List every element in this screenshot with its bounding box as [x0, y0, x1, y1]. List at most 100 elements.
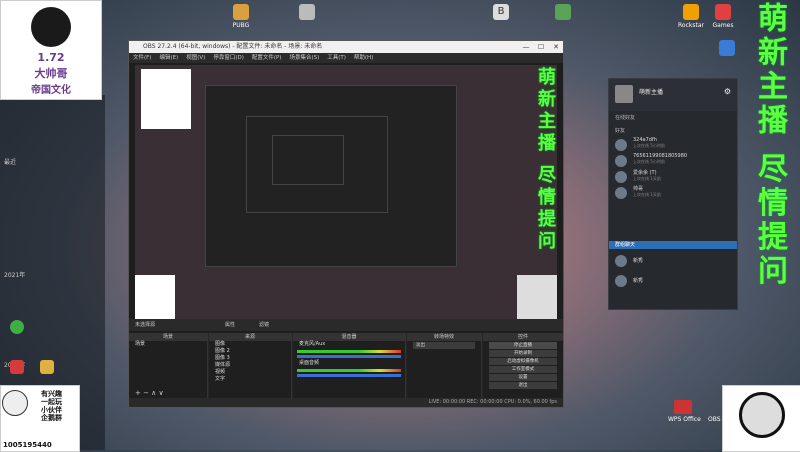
games-desktop-icon[interactable]: Games — [708, 4, 738, 29]
mixer-title: 混音器 — [293, 333, 405, 341]
chat-user-name: 萌新主播 — [639, 89, 664, 96]
mixer-track-name: 麦克风/Aux — [299, 341, 326, 347]
menu-tools[interactable]: 工具(T) — [327, 53, 346, 63]
app-icon — [555, 4, 571, 20]
year-label-1: 2021年 — [4, 272, 26, 279]
blue-desktop-icon[interactable] — [712, 40, 742, 58]
exit-button[interactable]: 退出 — [489, 382, 557, 389]
meme-face-image — [2, 390, 28, 416]
promo-banner: 萌新主播 尽情提问 — [535, 67, 556, 254]
avatar — [615, 255, 627, 267]
menu-file[interactable]: 文件(F) — [133, 53, 151, 63]
obs-window-title: OBS 27.2.4 (64-bit, windows) - 配置文件: 未命名… — [143, 43, 323, 50]
friend-list-item[interactable]: 爱余余 (T) 上次在线 1天前 — [609, 169, 737, 185]
games-icon — [715, 4, 731, 20]
letter-b-icon: B — [493, 4, 509, 20]
maximize-button[interactable]: ☐ — [534, 41, 548, 53]
obs-docks: 场景 场景 + − ∧ ∨ 来源 图像 图像 2 图像 3 媒体源 视频 文字 … — [129, 333, 563, 407]
settings-button[interactable]: 设置 — [489, 374, 557, 381]
friend-list-item[interactable]: 76561199081805980 上次在线 5小时前 — [609, 153, 737, 169]
source-item[interactable]: 图像 3 — [209, 355, 291, 362]
scenes-title: 场景 — [129, 333, 207, 341]
friend-list-item[interactable]: 324a7dfh 上次在线 5小时前 — [609, 137, 737, 153]
obs-status-bar: LIVE: 00:00:00 REC: 00:00:00 CPU: 0.0%, … — [129, 398, 563, 407]
avatar — [615, 187, 627, 199]
avatar[interactable] — [615, 85, 633, 103]
minimize-button[interactable]: — — [519, 41, 533, 53]
volume-meter — [297, 350, 401, 353]
meme-line-2: 帝国文化 — [31, 85, 71, 96]
wps-icon[interactable] — [674, 400, 692, 414]
qq-icon[interactable] — [10, 360, 24, 374]
wps-label: WPS Office — [668, 416, 701, 423]
obs-preview-canvas[interactable]: 萌新主播 尽情提问 — [135, 65, 557, 330]
virtual-camera-button[interactable]: 启动虚拟摄像机 — [489, 358, 557, 365]
mixer-track-name: 桌面音频 — [299, 360, 320, 366]
meme-text-line-2: 一起玩 — [41, 398, 62, 406]
group-list-item[interactable]: 新秀 — [609, 253, 737, 269]
menu-docks[interactable]: 停靠窗口(D) — [213, 53, 244, 63]
online-friends-label: 在线好友 — [615, 115, 636, 121]
panda-face-image — [739, 392, 785, 438]
source-item[interactable]: 图像 — [209, 341, 291, 348]
meme-sticker-top-left: 1.72 大帅哥 帝国文化 — [0, 0, 102, 100]
recursive-capture-2 — [246, 116, 388, 213]
properties-button[interactable]: 属性 — [225, 319, 235, 331]
obs-titlebar: OBS 27.2.4 (64-bit, windows) - 配置文件: 未命名… — [129, 41, 563, 53]
avatar — [615, 139, 627, 151]
scenes-panel: 场景 场景 + − ∧ ∨ — [129, 333, 208, 407]
volume-slider[interactable] — [297, 374, 401, 377]
meme-text-line-4: 企鹅群 — [41, 414, 62, 422]
menu-edit[interactable]: 编辑(E) — [159, 53, 178, 63]
menu-scene-collection[interactable]: 场景集合(S) — [289, 53, 319, 63]
audio-mixer-panel: 混音器 麦克风/Aux 桌面音频 — [293, 333, 406, 407]
transitions-title: 转场特效 — [407, 333, 481, 341]
filters-button[interactable]: 滤镜 — [259, 319, 269, 331]
rockstar-icon — [683, 4, 699, 20]
sources-panel: 来源 图像 图像 2 图像 3 媒体源 视频 文字 — [209, 333, 292, 407]
folder-icon[interactable] — [40, 360, 54, 374]
meme-text-line-3: 小伙伴 — [41, 406, 62, 414]
start-recording-button[interactable]: 开始录制 — [489, 350, 557, 357]
source-item[interactable]: 图像 2 — [209, 348, 291, 355]
group-list-item[interactable]: 新秀 — [609, 273, 737, 289]
wechat-icon[interactable] — [10, 320, 24, 334]
menu-view[interactable]: 视图(V) — [186, 53, 205, 63]
recent-header: 最近 — [4, 159, 17, 166]
close-button[interactable]: ✕ — [549, 41, 563, 53]
volume-slider[interactable] — [297, 355, 401, 358]
menu-help[interactable]: 帮助(H) — [354, 53, 373, 63]
meme-sticker-bottom-left: 有兴趣 一起玩 小伙伴 企鹅群 1005195440 — [0, 385, 80, 452]
controls-panel: 控件 停止直播 开始录制 启动虚拟摄像机 工作室模式 设置 退出 — [483, 333, 563, 407]
meme-face-image — [141, 69, 191, 129]
status-text: LIVE: 00:00:00 REC: 00:00:00 CPU: 0.0%, … — [428, 399, 557, 405]
source-item[interactable]: 媒体源 — [209, 362, 291, 369]
menu-profile[interactable]: 配置文件(P) — [252, 53, 282, 63]
obs-main-window: OBS 27.2.4 (64-bit, windows) - 配置文件: 未命名… — [128, 40, 564, 408]
group-chat-header[interactable]: 群组聊天 — [609, 241, 737, 249]
source-item[interactable]: 文字 — [209, 376, 291, 383]
b-desktop-icon[interactable]: B — [486, 4, 516, 22]
add-scene-button[interactable]: + − ∧ ∨ — [135, 389, 164, 397]
green-desktop-icon[interactable] — [548, 4, 578, 22]
meme-sticker-bottom-right — [722, 385, 800, 452]
scene-item[interactable]: 场景 — [129, 341, 207, 348]
source-item[interactable]: 视频 — [209, 369, 291, 376]
meme-line-1: 大帅哥 — [34, 67, 68, 80]
studio-mode-button[interactable]: 工作室模式 — [489, 366, 557, 373]
stop-streaming-button[interactable]: 停止直播 — [489, 342, 557, 349]
friends-section-label: 好友 — [615, 128, 626, 134]
game-icon — [233, 4, 249, 20]
rockstar-desktop-icon[interactable]: Rockstar — [676, 4, 706, 29]
pen-desktop-icon[interactable] — [292, 4, 322, 22]
obs-label: OBS St — [708, 416, 729, 423]
friends-chat-panel: 萌新主播 ⚙ 在线好友 好友 324a7dfh 上次在线 5小时前 765611… — [608, 78, 738, 310]
pubg-desktop-icon[interactable]: PUBG — [226, 4, 256, 29]
gear-icon[interactable]: ⚙ — [724, 87, 731, 96]
pen-icon — [299, 4, 315, 20]
app-icon — [719, 40, 735, 56]
source-toolbar: 未选择源 属性 滤镜 — [129, 319, 563, 331]
transition-select[interactable]: 淡出 — [413, 342, 475, 349]
meme-face-image — [31, 7, 71, 47]
friend-list-item[interactable]: 帅哥 上次在线 1天前 — [609, 185, 737, 201]
